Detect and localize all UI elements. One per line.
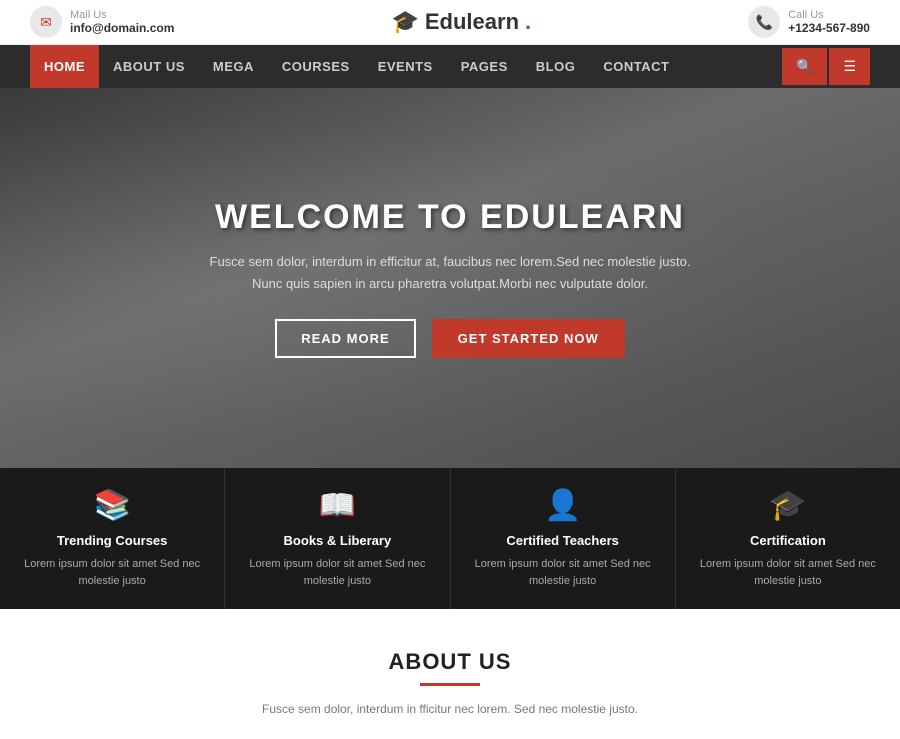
logo-text: Edulearn (425, 9, 519, 35)
nav-actions: 🔍 ☰ (782, 48, 870, 85)
teachers-text: Lorem ipsum dolor sit amet Sed nec moles… (469, 556, 657, 589)
call-info: 📞 Call Us +1234-567-890 (748, 6, 870, 38)
trending-title: Trending Courses (57, 533, 168, 548)
certification-title: Certification (750, 533, 826, 548)
hero-buttons: READ MORE GET STARTED NOW (210, 319, 691, 358)
read-more-button[interactable]: READ MORE (275, 319, 415, 358)
trending-text: Lorem ipsum dolor sit amet Sed nec moles… (18, 556, 206, 589)
call-label: Call Us (788, 9, 870, 21)
about-section: ABOUT US Fusce sem dolor, interdum in ff… (0, 609, 900, 739)
mail-info: ✉ Mail Us info@domain.com (30, 6, 174, 38)
feature-trending: 📚 Trending Courses Lorem ipsum dolor sit… (0, 468, 225, 609)
menu-button[interactable]: ☰ (829, 48, 870, 85)
feature-certification: 🎓 Certification Lorem ipsum dolor sit am… (676, 468, 900, 609)
nav-item-about[interactable]: ABOUT US (99, 45, 199, 88)
certification-text: Lorem ipsum dolor sit amet Sed nec moles… (694, 556, 882, 589)
search-button[interactable]: 🔍 (782, 48, 827, 85)
call-icon: 📞 (748, 6, 780, 38)
hero-title: WELCOME TO EDULEARN (210, 198, 691, 237)
nav-item-pages[interactable]: PAGES (447, 45, 522, 88)
certification-icon: 🎓 (769, 488, 806, 523)
nav-item-mega[interactable]: MEGA (199, 45, 268, 88)
call-text: Call Us +1234-567-890 (788, 9, 870, 35)
mail-icon: ✉ (30, 6, 62, 38)
top-bar: ✉ Mail Us info@domain.com 🎓 Edulearn. 📞 … (0, 0, 900, 45)
nav-item-blog[interactable]: BLOG (522, 45, 590, 88)
books-title: Books & Liberary (284, 533, 392, 548)
books-text: Lorem ipsum dolor sit amet Sed nec moles… (243, 556, 431, 589)
feature-books: 📖 Books & Liberary Lorem ipsum dolor sit… (225, 468, 450, 609)
logo[interactable]: 🎓 Edulearn. (391, 9, 531, 35)
feature-teachers: 👤 Certified Teachers Lorem ipsum dolor s… (451, 468, 676, 609)
hero-subtitle-line1: Fusce sem dolor, interdum in efficitur a… (210, 254, 691, 269)
teachers-title: Certified Teachers (506, 533, 618, 548)
hero-subtitle: Fusce sem dolor, interdum in efficitur a… (210, 251, 691, 295)
nav-item-courses[interactable]: COURSES (268, 45, 364, 88)
mail-value: info@domain.com (70, 21, 174, 35)
about-text: Fusce sem dolor, interdum in fficitur ne… (200, 700, 700, 719)
teachers-icon: 👤 (544, 488, 581, 523)
call-value: +1234-567-890 (788, 21, 870, 35)
hero-subtitle-line2: Nunc quis sapien in arcu pharetra volutp… (252, 276, 648, 291)
hero-section: WELCOME TO EDULEARN Fusce sem dolor, int… (0, 88, 900, 468)
mail-text: Mail Us info@domain.com (70, 9, 174, 35)
nav-item-contact[interactable]: CONTACT (589, 45, 683, 88)
about-title: ABOUT US (30, 649, 870, 675)
about-underline (420, 683, 480, 686)
nav-item-events[interactable]: EVENTS (364, 45, 447, 88)
nav-links: HOME ABOUT US MEGA COURSES EVENTS PAGES … (30, 45, 683, 88)
nav-item-home[interactable]: HOME (30, 45, 99, 88)
features-section: 📚 Trending Courses Lorem ipsum dolor sit… (0, 468, 900, 609)
navbar: HOME ABOUT US MEGA COURSES EVENTS PAGES … (0, 45, 900, 88)
logo-icon: 🎓 (391, 9, 418, 35)
get-started-button[interactable]: GET STARTED NOW (432, 319, 625, 358)
hero-content: WELCOME TO EDULEARN Fusce sem dolor, int… (190, 178, 711, 378)
trending-icon: 📚 (93, 488, 130, 523)
mail-label: Mail Us (70, 9, 174, 21)
books-icon: 📖 (319, 488, 356, 523)
logo-dot: . (525, 9, 531, 35)
